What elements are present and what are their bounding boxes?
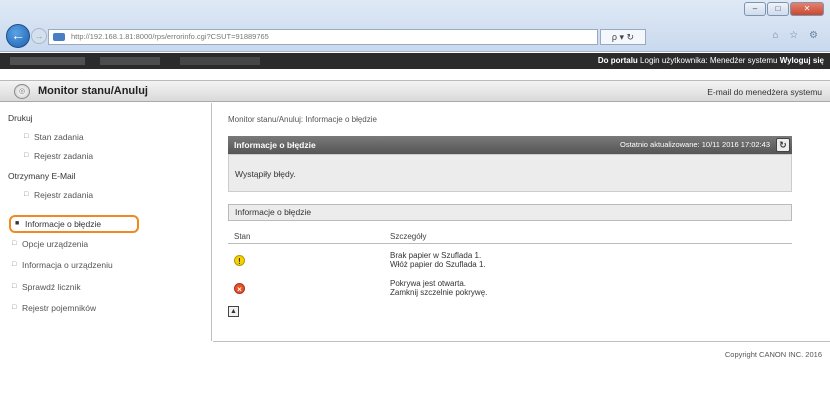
bullet-active-icon: ■ [15,220,20,227]
sidebar-item-job-status[interactable]: □ Stan zadania [0,128,210,146]
bullet-icon: □ [12,261,17,268]
error-details: Brak papier w Szuflada 1. Włóż papier do… [390,251,486,269]
banner-links: Do portalu Login użytkownika: Menedżer s… [598,53,824,69]
sidebar-group-received-email: Otrzymany E-Mail [8,171,76,181]
sidebar-item-error-info[interactable]: ■ Informacje o błędzie [9,215,139,233]
login-user-label: Login użytkownika: Menedżer systemu [640,56,778,65]
column-status: Stan [234,232,251,241]
address-bar[interactable]: http://192.168.1.81:8000/rps/errorinfo.c… [48,29,598,45]
close-window-button[interactable]: ✕ [790,2,824,16]
error-icon: × [234,283,245,294]
maximize-button[interactable]: □ [767,2,789,16]
back-button[interactable]: ← [6,24,30,48]
title-bar: ◎ Monitor stanu/Anuluj E-mail do menedże… [0,80,830,102]
error-summary-text: Wystąpiły błędy. [235,169,296,179]
sidebar-item-job-log[interactable]: □ Rejestr zadania [0,147,210,165]
error-message: Pokrywa jest otwarta. [390,279,467,288]
portal-link[interactable]: Do portalu [598,56,638,65]
column-details: Szczegóły [390,232,427,241]
error-details: Pokrywa jest otwarta. Zamknij szczelnie … [390,279,487,297]
refresh-button[interactable]: ↻ [776,138,790,152]
panel-title: Informacje o błędzie [234,140,316,150]
bullet-icon: □ [24,191,29,198]
sidebar: Drukuj □ Stan zadania □ Rejestr zadania … [0,103,212,341]
device-name-redacted [10,57,260,65]
url-text: http://192.168.1.81:8000/rps/errorinfo.c… [71,32,269,41]
sidebar-item-check-counter[interactable]: □ Sprawdź licznik [0,278,210,296]
error-row: ! Brak papier w Szuflada 1. Włóż papier … [228,251,792,273]
logout-link[interactable]: Wyloguj się [780,56,824,65]
error-table-header: Stan Szczegóły [228,230,792,244]
sidebar-group-print: Drukuj [8,113,33,123]
copyright-text: Copyright CANON INC. 2016 [724,350,822,359]
sidebar-item-device-info[interactable]: □ Informacja o urządzeniu [0,256,210,274]
bullet-icon: □ [12,240,17,247]
error-info-panel-header: Informacje o błędzie Ostatnio aktualizow… [228,136,792,154]
sidebar-item-email-job-log[interactable]: □ Rejestr zadania [0,186,210,204]
breadcrumb: Monitor stanu/Anuluj: Informacje o błędz… [228,115,377,124]
sidebar-item-device-options[interactable]: □ Opcje urządzenia [0,235,210,253]
error-remedy: Włóż papier do Szuflada 1. [390,260,486,269]
bullet-icon: □ [12,283,17,290]
error-summary-panel: Wystąpiły błędy. [228,154,792,192]
error-remedy: Zamknij szczelnie pokrywę. [390,288,488,297]
admin-email-link[interactable]: E-mail do menedżera systemu [707,87,822,97]
minimize-button[interactable]: – [744,2,766,16]
sidebar-item-cartridge-log[interactable]: □ Rejestr pojemników [0,299,210,317]
favicon-icon [53,33,65,41]
error-details-section-header: Informacje o błędzie [228,204,792,221]
monitor-icon: ◎ [14,84,30,99]
bullet-icon: □ [24,133,29,140]
forward-button[interactable]: → [31,28,47,44]
bullet-icon: □ [12,304,17,311]
warning-icon: ! [234,255,245,266]
browser-toolbar: – □ ✕ ← → http://192.168.1.81:8000/rps/e… [0,0,830,52]
page-title: Monitor stanu/Anuluj [38,85,148,97]
footer-divider [213,341,830,342]
last-updated-text: Ostatnio aktualizowane: 10/11 2016 17:02… [620,140,770,149]
error-message: Brak papier w Szuflada 1. [390,251,482,260]
error-row: × Pokrywa jest otwarta. Zamknij szczelni… [228,279,792,301]
top-banner: Do portalu Login użytkownika: Menedżer s… [0,53,830,69]
bullet-icon: □ [24,152,29,159]
search-refresh-controls[interactable]: ρ ▾ ↻ [600,29,646,45]
window-controls: – □ ✕ [743,2,824,16]
home-favorites-settings-icons[interactable]: ⌂ ☆ ⚙ [772,30,822,41]
scroll-top-button[interactable]: ▲ [228,306,239,317]
